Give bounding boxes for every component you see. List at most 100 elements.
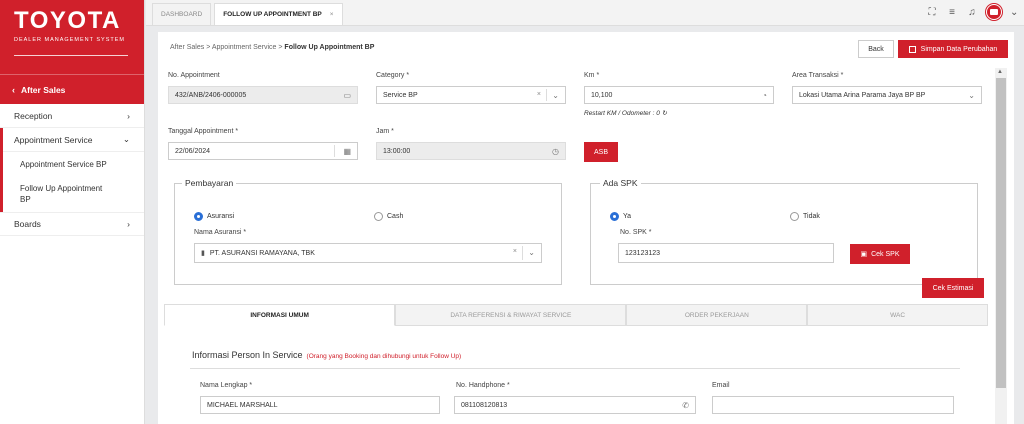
radio-tidak[interactable]: Tidak [790,212,820,221]
clear-icon[interactable]: × [537,91,541,98]
section-person-in-service: Informasi Person In Service (Orang yang B… [192,350,461,360]
building-icon: ▮ [201,250,205,257]
tanggal-label: Tanggal Appointment * [168,128,239,135]
chevron-down-icon[interactable]: ⌄ [552,91,559,100]
input-separator [334,145,335,157]
clear-icon[interactable]: × [513,248,517,255]
area-label: Area Transaksi * [792,72,844,79]
radio-label: Cash [387,213,404,220]
asb-button[interactable]: ASB [584,142,618,162]
chevron-down-icon[interactable]: ⌄ [968,91,975,100]
breadcrumb-item[interactable]: After Sales [170,44,204,51]
scrollbar-thumb[interactable] [996,78,1006,388]
pembayaran-title: Pembayaran [182,178,237,188]
sidebar-item-boards[interactable]: Boards › [0,212,144,236]
chevron-left-icon: ‹ [12,84,15,95]
tab-wac[interactable]: WAC [807,304,988,326]
no-handphone-value: 081108120813 [461,401,508,409]
bell-icon[interactable]: ♫ [966,7,978,18]
speedometer-icon: ◔ [762,91,767,100]
category-label: Category * [376,72,410,79]
category-value: Service BP [383,91,418,99]
sidebar-subitem-follow-up-appointment-bp[interactable]: Follow Up Appointment BP [3,176,113,212]
email-label: Email [712,382,730,389]
back-button[interactable]: Back [858,40,894,58]
tanggal-input[interactable]: 22/06/2024 ▦ [168,142,358,160]
category-select[interactable]: Service BP × ⌄ [376,86,566,104]
sidebar-subitem-label: Appointment Service BP [20,159,107,169]
restart-km-note: Restart KM / Odometer : 0 ↻ [584,109,667,117]
save-button[interactable]: Simpan Data Perubahan [898,40,1008,58]
sidebar-subitem-label: Follow Up Appointment BP [20,184,103,204]
nama-lengkap-label: Nama Lengkap * [200,382,253,389]
tab-follow-up-appointment-bp[interactable]: FOLLOW UP APPOINTMENT BP × [214,3,343,25]
tab-label: DASHBOARD [161,11,203,18]
nama-lengkap-value: MICHAEL MARSHALL [207,401,278,409]
radio-selected-icon [194,212,203,221]
save-icon [908,45,916,53]
no-appointment-field: 432/ANB/2406-000005 ▭ [168,86,358,104]
clock-icon: ◷ [552,147,559,156]
email-input[interactable] [712,396,954,414]
no-spk-input[interactable]: 123123123 [618,243,834,263]
radio-ya[interactable]: Ya [610,212,631,221]
calendar-icon[interactable]: ▦ [343,147,351,156]
no-spk-label: No. SPK * [620,229,652,236]
refresh-icon[interactable]: ↻ [662,110,667,117]
sidebar-subitem-appointment-service-bp[interactable]: Appointment Service BP [3,152,144,176]
chevron-right-icon: › [127,110,130,121]
radio-asuransi[interactable]: Asuransi [194,212,234,221]
breadcrumb-item[interactable]: Appointment Service [212,44,277,51]
main-panel: After Sales > Appointment Service > Foll… [158,32,1014,424]
no-appointment-label: No. Appointment [168,72,220,79]
radio-label: Tidak [803,213,820,220]
select-separator [522,246,523,260]
save-button-label: Simpan Data Perubahan [920,45,998,53]
menu-icon[interactable]: ≡ [946,7,958,18]
no-handphone-input[interactable]: 081108120813 ✆ [454,396,696,414]
sidebar-item-appointment-service[interactable]: Appointment Service ⌄ [3,128,144,152]
radio-unselected-icon [790,212,799,221]
sidebar-item-reception[interactable]: Reception › [0,104,144,128]
no-spk-value: 123123123 [625,249,661,257]
close-icon[interactable]: × [330,11,334,18]
tab-label: FOLLOW UP APPOINTMENT BP [223,11,322,18]
radio-cash[interactable]: Cash [374,212,403,221]
scroll-up-icon[interactable]: ▲ [997,69,1003,75]
nama-asuransi-select[interactable]: ▮ PT. ASURANSI RAMAYANA, TBK × ⌄ [194,243,542,263]
nama-lengkap-input[interactable]: MICHAEL MARSHALL [200,396,440,414]
tanggal-value: 22/06/2024 [175,147,211,155]
chevron-down-icon[interactable]: ⌄ [1010,7,1018,18]
area-select[interactable]: Lokasi Utama Arina Parama Jaya BP BP ⌄ [792,86,982,104]
chevron-down-icon: ⌄ [122,134,130,144]
scrollbar[interactable]: ▲ [995,68,1007,424]
sidebar-header-after-sales[interactable]: ‹ After Sales [0,74,144,104]
avatar[interactable] [986,4,1002,20]
chevron-down-icon[interactable]: ⌄ [528,248,535,257]
cek-spk-button[interactable]: ▣ Cek SPK [850,244,910,264]
cek-estimasi-button[interactable]: Cek Estimasi [922,278,984,298]
nama-asuransi-value: PT. ASURANSI RAMAYANA, TBK [209,249,315,257]
km-input[interactable]: 10,100 ◔ [584,86,774,104]
select-separator [546,89,547,101]
fullscreen-icon[interactable]: ⛶ [926,7,938,18]
tab-data-referensi[interactable]: DATA REFERENSI & RIWAYAT SERVICE [395,304,627,326]
jam-label: Jam * [376,128,394,135]
brand-subtitle: DEALER MANAGEMENT SYSTEM [14,37,125,43]
save-icon: ▣ [860,251,868,258]
jam-value: 13:00:00 [383,147,411,155]
radio-label: Asuransi [207,213,235,220]
radio-selected-icon [610,212,619,221]
tab-order-pekerjaan[interactable]: ORDER PEKERJAAN [626,304,808,326]
km-label: Km * [584,72,600,79]
sidebar: TOYOTA DEALER MANAGEMENT SYSTEM ‹ After … [0,0,145,424]
no-appointment-value: 432/ANB/2406-000005 [175,91,247,99]
km-value: 10,100 [591,91,613,99]
sidebar-item-label: Reception [14,110,53,121]
breadcrumb-current: Follow Up Appointment BP [284,44,375,51]
id-card-icon: ▭ [343,91,351,100]
tab-informasi-umum[interactable]: INFORMASI UMUM [164,304,396,326]
chevron-right-icon: › [127,219,130,229]
tab-dashboard[interactable]: DASHBOARD [152,3,212,25]
no-handphone-label: No. Handphone * [456,382,510,389]
